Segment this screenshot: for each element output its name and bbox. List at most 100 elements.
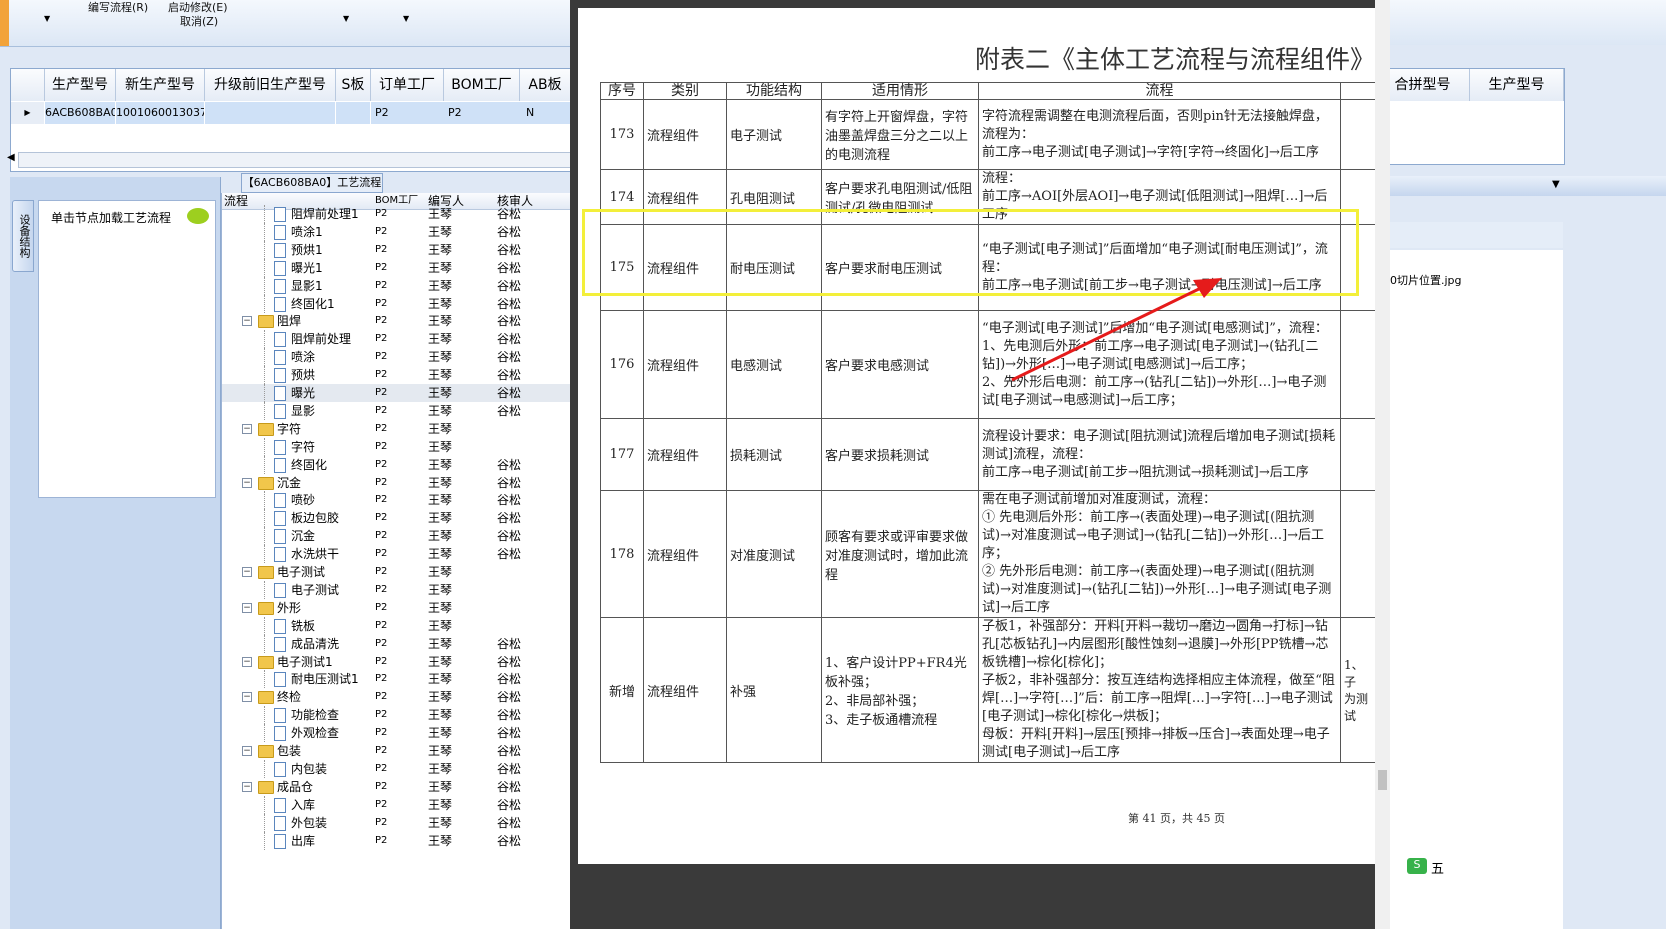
tree-row[interactable]: 出库 P2 王琴 谷松 <box>222 831 582 850</box>
tree-row[interactable]: 铣板 P2 王琴 <box>222 616 582 635</box>
grid-cell[interactable]: P2 <box>444 102 523 124</box>
tree-row[interactable]: − 字符 P2 王琴 <box>222 420 582 438</box>
tree-node-label: 阻焊前处理 <box>291 332 352 347</box>
col-header[interactable]: AB板 <box>520 69 571 101</box>
collapse-icon[interactable]: − <box>242 746 252 756</box>
tree-row[interactable]: 沉金 P2 王琴 谷松 <box>222 527 582 546</box>
reviewer-cell: 谷松 <box>497 833 522 848</box>
tree-row[interactable]: 外观检查 P2 王琴 谷松 <box>222 724 582 743</box>
tree-row[interactable]: 成品清洗 P2 王琴 谷松 <box>222 634 582 653</box>
tree-row[interactable]: 内包装 P2 王琴 谷松 <box>222 759 582 778</box>
collapse-icon[interactable]: − <box>242 781 252 792</box>
tree-row[interactable]: 板边包胶 P2 王琴 谷松 <box>222 509 582 528</box>
col-header[interactable]: 合拼型号 <box>1376 69 1470 101</box>
tree-row[interactable]: 耐电压测试1 P2 王琴 谷松 <box>222 670 582 689</box>
collapse-icon[interactable]: − <box>242 656 252 667</box>
tree-row[interactable]: − 成品仓 P2 王琴 谷松 <box>222 778 582 796</box>
tree-row[interactable]: 外包装 P2 王琴 谷松 <box>222 813 582 832</box>
tree-row[interactable]: − 电子测试1 P2 王琴 谷松 <box>222 653 582 671</box>
dropdown-arrow-icon[interactable]: ▼ <box>403 14 409 23</box>
dropdown-arrow-icon[interactable]: ▼ <box>343 14 349 23</box>
dropdown-arrow-icon[interactable]: ▼ <box>44 14 50 23</box>
reviewer-cell: 谷松 <box>497 690 522 705</box>
tree-row[interactable]: 阻焊前处理 P2 王琴 谷松 <box>222 330 582 349</box>
tree-connector <box>264 580 265 599</box>
col-header: 类别 <box>643 82 727 100</box>
col-header[interactable]: BOM工厂 <box>444 69 520 101</box>
tree-row[interactable]: 预烘 P2 王琴 谷松 <box>222 366 582 385</box>
writer-cell: 王琴 <box>428 654 453 669</box>
cancel-button[interactable]: 取消(Z) <box>180 13 218 29</box>
scroll-thumb[interactable] <box>1378 770 1387 790</box>
reviewer-cell: 谷松 <box>497 761 522 776</box>
col-header[interactable]: 生产型号 <box>45 69 116 101</box>
tree-row[interactable]: 喷涂1 P2 王琴 谷松 <box>222 222 582 241</box>
tree-row[interactable]: 曝光 P2 王琴 谷松 <box>222 384 582 402</box>
col-header[interactable]: 新生产型号 <box>116 69 205 101</box>
collapse-icon[interactable]: − <box>242 567 252 577</box>
flow-panel-title[interactable]: 【6ACB608BA0】工艺流程 <box>241 173 383 193</box>
grid-cell[interactable]: 10010600130374 <box>116 102 204 124</box>
collapse-icon[interactable]: − <box>242 602 252 613</box>
reviewer-cell: 谷松 <box>497 726 522 741</box>
collapse-icon[interactable]: − <box>242 477 252 488</box>
grid-cell[interactable]: 6ACB608BA0 <box>45 102 115 124</box>
reviewer-cell: 谷松 <box>497 529 522 544</box>
file-item[interactable]: 0切片位置.jpg <box>1390 272 1462 288</box>
ime-mode-text[interactable]: 五 <box>1431 858 1444 877</box>
grid-cell[interactable] <box>205 102 335 124</box>
dropdown-arrow-icon[interactable]: ▼ <box>1552 179 1560 190</box>
tree-connector <box>264 222 265 241</box>
collapse-icon[interactable]: − <box>242 316 252 327</box>
col-header[interactable]: 生产型号 <box>1470 69 1564 101</box>
tree-row[interactable]: 预烘1 P2 王琴 谷松 <box>222 240 582 259</box>
document-icon <box>274 618 286 634</box>
tree-row[interactable]: 电子测试 P2 王琴 <box>222 580 582 599</box>
tree-row[interactable]: − 电子测试 P2 王琴 <box>222 563 582 581</box>
writer-cell: 王琴 <box>428 368 453 383</box>
collapse-icon[interactable]: − <box>242 692 252 703</box>
tree-row[interactable]: 喷砂 P2 王琴 谷松 <box>222 491 582 510</box>
tree-row[interactable]: 喷涂 P2 王琴 谷松 <box>222 348 582 367</box>
scroll-left-icon[interactable]: ◀ <box>7 152 15 163</box>
bom-factory-cell: P2 <box>375 369 388 381</box>
horizontal-scrollbar[interactable]: ◀ <box>7 152 590 168</box>
col-header[interactable]: S板 <box>336 69 371 101</box>
tree-row[interactable]: − 阻焊 P2 王琴 谷松 <box>222 312 582 330</box>
tree-row[interactable]: 入库 P2 王琴 谷松 <box>222 795 582 814</box>
vertical-tab[interactable]: 设备结构 <box>12 200 34 272</box>
tree-row[interactable]: 曝光1 P2 王琴 谷松 <box>222 258 582 277</box>
tree-row[interactable]: 显影 P2 王琴 谷松 <box>222 401 582 420</box>
document-scrollbar[interactable] <box>1375 0 1390 929</box>
tree-row[interactable]: − 包装 P2 王琴 谷松 <box>222 742 582 760</box>
grid-cell[interactable] <box>336 102 370 124</box>
bom-factory-cell: P2 <box>375 387 388 398</box>
tree-row[interactable]: 阻焊前处理1 P2 王琴 谷松 <box>222 205 582 223</box>
writer-cell: 王琴 <box>428 278 453 293</box>
tree-row[interactable]: 终固化1 P2 王琴 谷松 <box>222 294 582 313</box>
tree-row[interactable]: 显影1 P2 王琴 谷松 <box>222 276 582 295</box>
tree-row[interactable]: 水洗烘干 P2 王琴 谷松 <box>222 545 582 564</box>
function-cell: 损耗测试 <box>726 418 822 491</box>
folder-icon <box>258 780 274 794</box>
extra-cell <box>1340 490 1377 618</box>
col-header[interactable]: 订单工厂 <box>371 69 444 101</box>
folder-icon <box>258 691 274 705</box>
tree-node-label: 入库 <box>291 797 316 812</box>
folder-icon <box>258 566 274 579</box>
tree-row[interactable]: 字符 P2 王琴 <box>222 437 582 456</box>
collapse-icon[interactable]: − <box>242 423 252 434</box>
tree-row[interactable]: 功能检查 P2 王琴 谷松 <box>222 706 582 725</box>
writer-cell: 王琴 <box>428 439 453 454</box>
input-method-icon[interactable]: S <box>1407 858 1427 874</box>
grid-cell[interactable]: P2 <box>371 102 447 124</box>
tree-row[interactable]: − 沉金 P2 王琴 谷松 <box>222 474 582 492</box>
flow-cell: 子板1，补强部分：开料[开料→裁切→磨边→圆角→打标]→钻孔[芯板钻孔]→内层图… <box>978 617 1341 763</box>
tree-row[interactable]: − 外形 P2 王琴 <box>222 599 582 617</box>
tree-row[interactable]: − 终检 P2 王琴 谷松 <box>222 688 582 706</box>
edit-flow-button[interactable]: 编写流程(R) <box>88 0 148 15</box>
document-icon <box>274 582 286 598</box>
tree-node-label: 沉金 <box>291 529 316 544</box>
tree-row[interactable]: 终固化 P2 王琴 谷松 <box>222 455 582 474</box>
col-header[interactable]: 升级前旧生产型号 <box>205 69 336 101</box>
